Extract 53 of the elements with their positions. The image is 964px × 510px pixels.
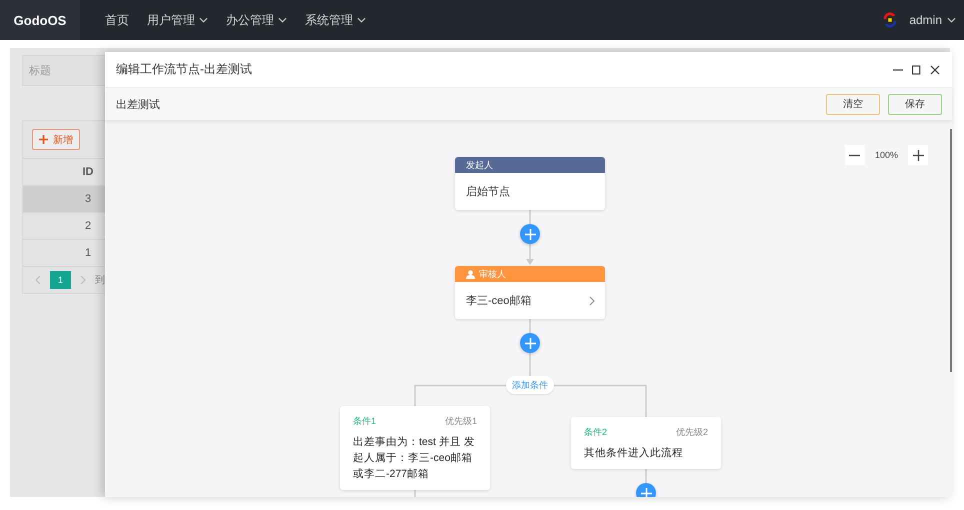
- zoom-in-button[interactable]: [908, 145, 928, 165]
- connector-line: [645, 469, 647, 485]
- nav-menu-item[interactable]: 首页: [105, 12, 129, 28]
- chevron-down-icon: [357, 17, 366, 23]
- priority-label: 优先级2: [676, 426, 708, 439]
- goto-label: 到: [95, 274, 105, 287]
- clear-button[interactable]: 清空: [826, 94, 880, 114]
- condition-card[interactable]: 条件1 优先级1 出差事由为：test 并且 发起人属于：李三-ceo邮箱或李二-277邮箱: [340, 406, 490, 490]
- plus-icon: [524, 338, 536, 348]
- chevron-down-icon: [199, 17, 208, 23]
- avatar-icon[interactable]: [881, 11, 900, 29]
- add-node-button[interactable]: [520, 333, 540, 353]
- user-menu[interactable]: admin: [909, 13, 956, 27]
- node-content: 李三-ceo邮箱: [466, 294, 532, 308]
- save-button[interactable]: 保存: [888, 94, 942, 114]
- add-node-button[interactable]: [636, 483, 656, 497]
- condition-card[interactable]: 条件2 优先级2 其他条件进入此流程: [571, 417, 721, 469]
- brand-logo[interactable]: GodoOS: [0, 0, 80, 40]
- nav-menu-item[interactable]: 办公管理: [226, 12, 287, 28]
- user-icon: [466, 270, 475, 278]
- flow-node[interactable]: 发起人 启始节点: [455, 157, 605, 210]
- condition-text: 其他条件进入此流程: [584, 446, 684, 461]
- nav-menu-item[interactable]: 系统管理: [305, 12, 366, 28]
- flow-node[interactable]: 审核人 李三-ceo邮箱: [455, 266, 605, 319]
- column-header: ID: [82, 166, 94, 178]
- nav-menu-item[interactable]: 用户管理: [147, 12, 208, 28]
- maximize-icon[interactable]: [912, 64, 921, 74]
- scrollbar[interactable]: [950, 129, 952, 372]
- chevron-right-icon: [589, 296, 595, 306]
- plus-icon: [39, 135, 48, 144]
- connector-line: [414, 489, 416, 497]
- table-cell-text: 3: [84, 193, 92, 205]
- dialog-title: 编辑工作流节点-出差测试: [116, 61, 252, 78]
- plus-icon: [640, 488, 652, 497]
- chevron-down-icon: [278, 17, 287, 23]
- table-cell-text: 1: [84, 247, 92, 259]
- table-cell-text: 2: [84, 220, 92, 232]
- zoom-level: 100%: [874, 150, 898, 160]
- node-type-label: 发起人: [466, 158, 493, 172]
- plus-icon: [524, 228, 536, 240]
- condition-title: 条件2: [584, 426, 608, 439]
- node-content: 启始节点: [466, 184, 510, 199]
- workflow-name: 出差测试: [116, 98, 160, 112]
- add-node-button[interactable]: [520, 224, 540, 244]
- node-type-label: 审核人: [479, 268, 506, 280]
- close-icon[interactable]: [930, 64, 940, 74]
- table-row[interactable]: 3: [23, 185, 107, 212]
- priority-label: 优先级1: [444, 415, 477, 428]
- condition-title: 条件1: [353, 415, 376, 428]
- plus-icon: [912, 150, 924, 160]
- condition-text: 出差事由为：test 并且 发起人属于：李三-ceo邮箱或李二-277邮箱: [353, 435, 476, 482]
- zoom-out-button[interactable]: [844, 145, 865, 165]
- chevron-down-icon: [947, 17, 956, 23]
